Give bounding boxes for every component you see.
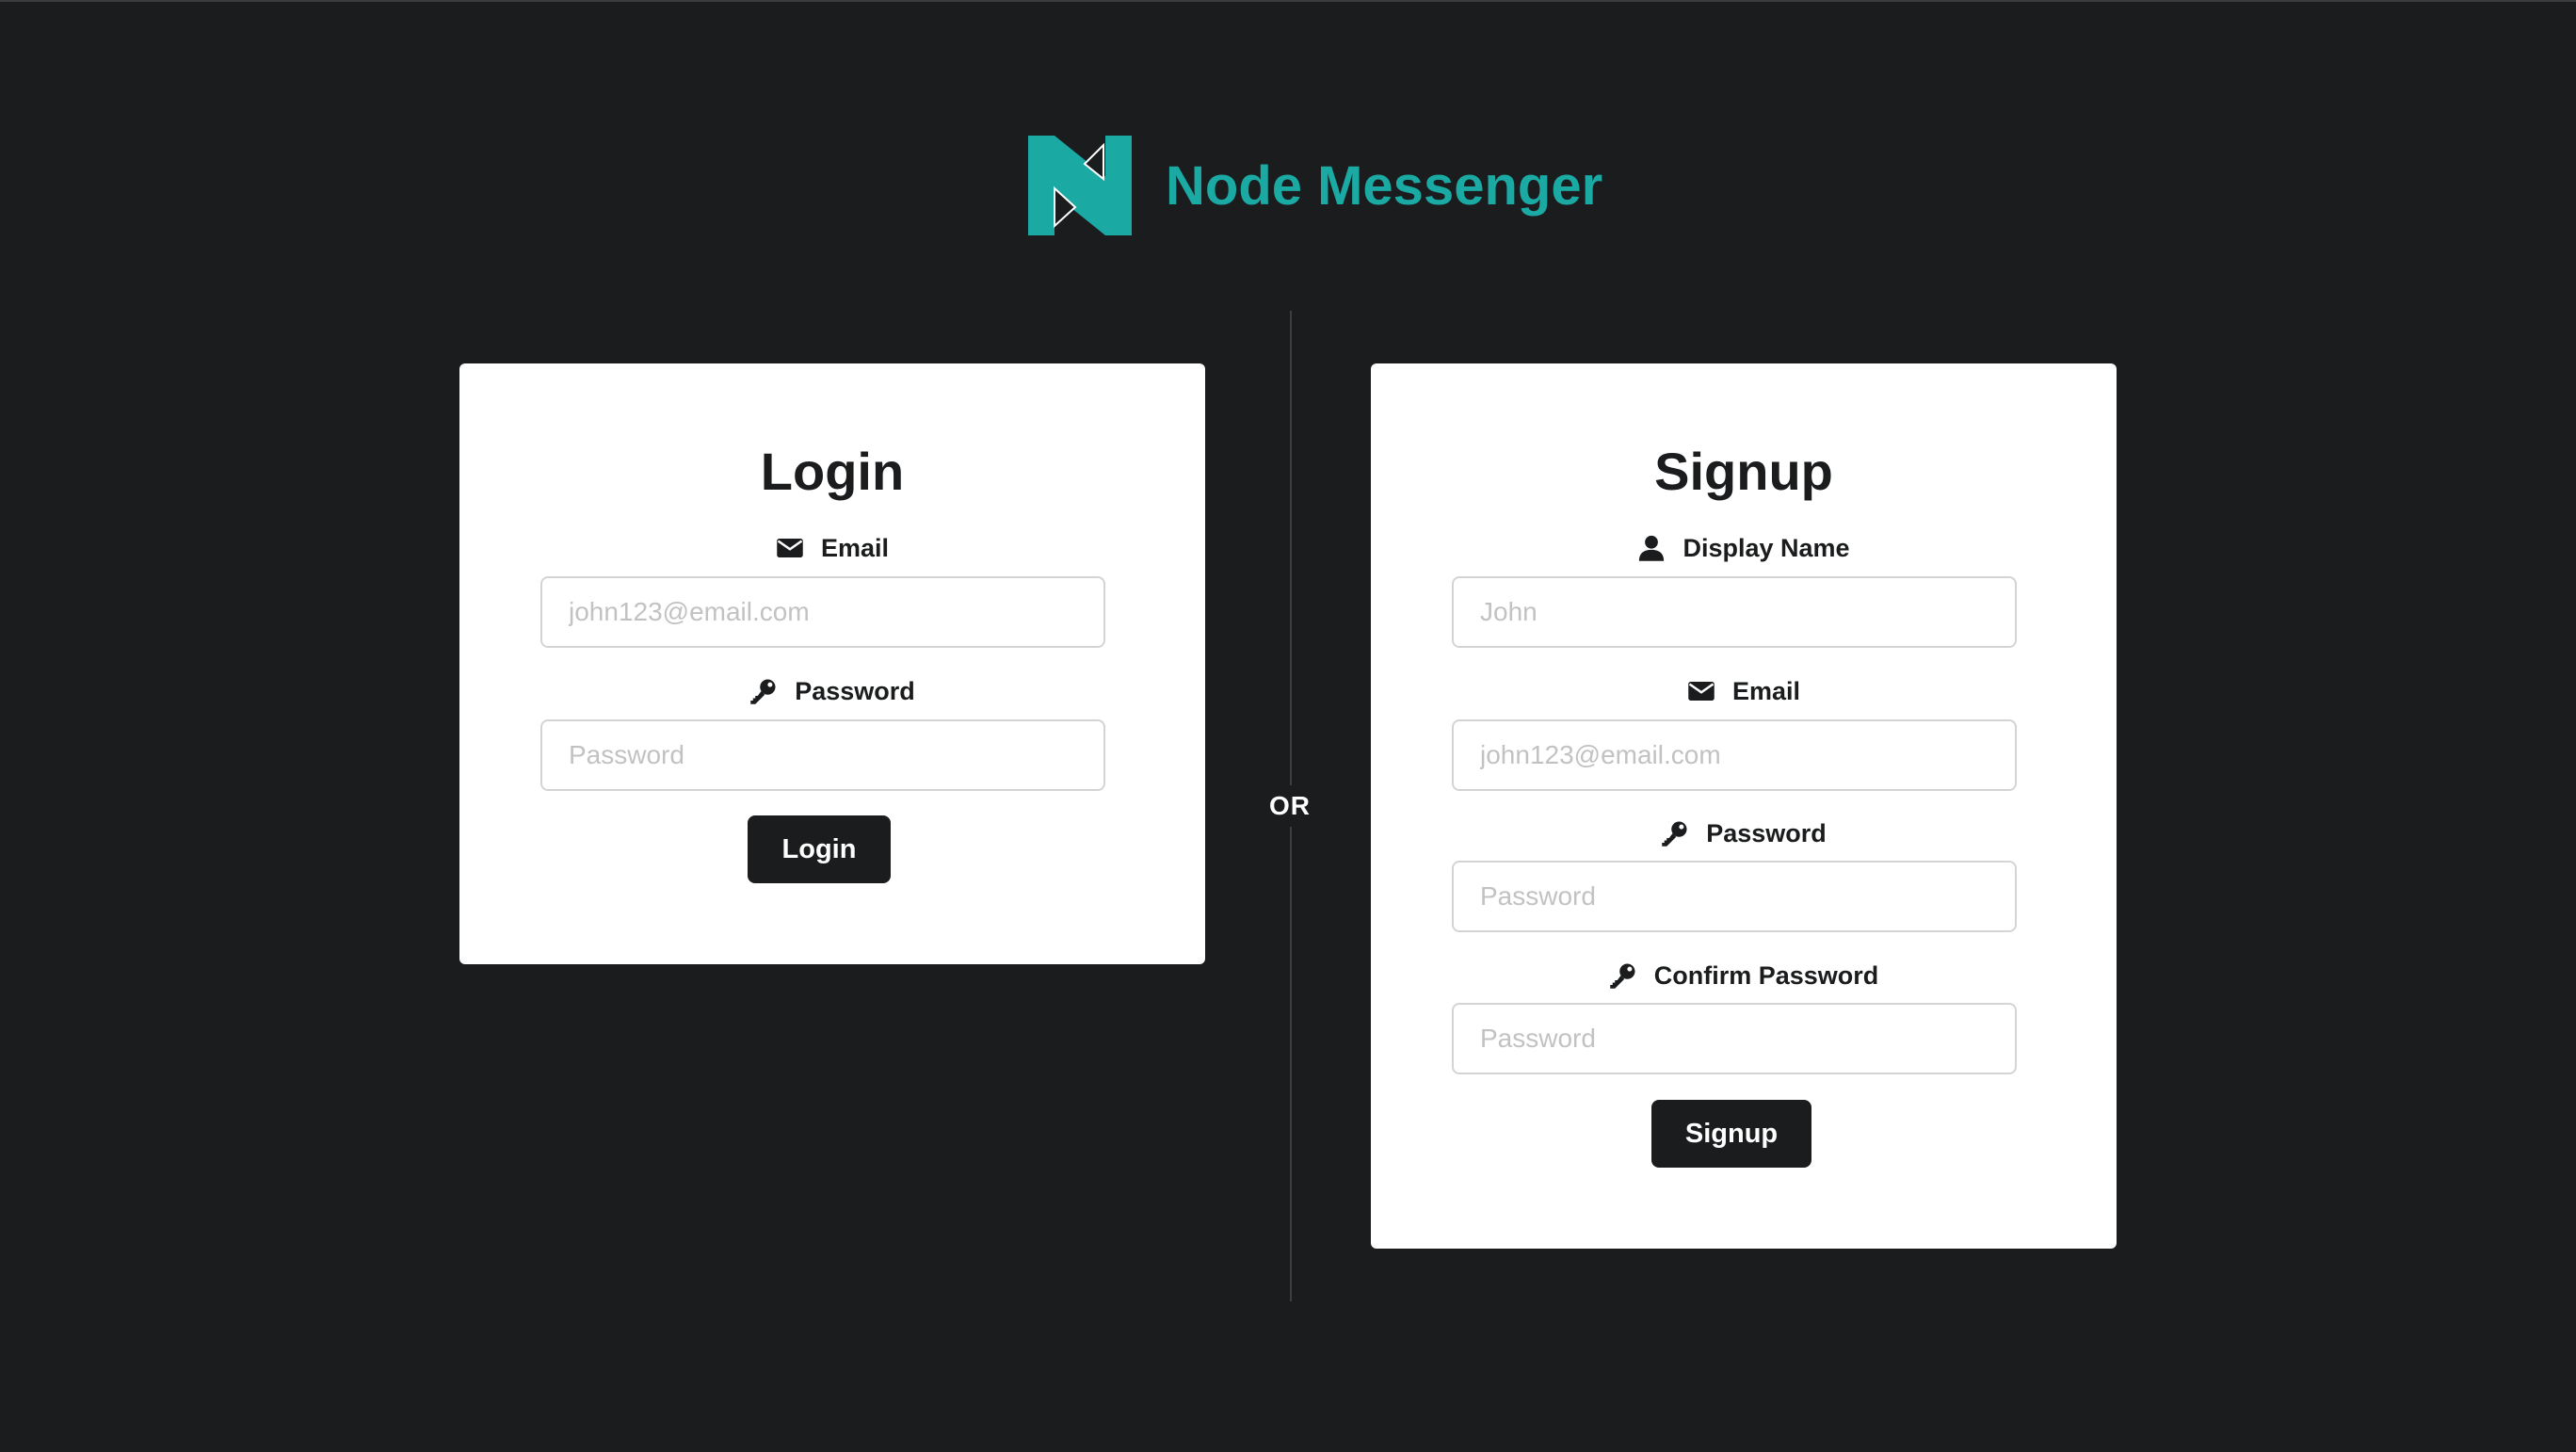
signup-display-name-label: Display Name (1371, 531, 2117, 565)
login-button[interactable]: Login (748, 815, 891, 883)
top-border (0, 0, 2576, 2)
signup-password-label-text: Password (1706, 819, 1827, 847)
login-card: Login Email Password Login (459, 363, 1205, 964)
envelope-icon (777, 539, 803, 557)
signup-display-name-label-text: Display Name (1682, 534, 1850, 562)
key-icon (750, 679, 776, 704)
signup-confirm-password-label-text: Confirm Password (1653, 961, 1879, 990)
key-icon (1662, 821, 1687, 847)
signup-email-input[interactable] (1452, 719, 2017, 791)
signup-email-label-text: Email (1731, 677, 1801, 705)
login-password-label-text: Password (795, 677, 915, 705)
key-icon (1609, 963, 1635, 989)
brand-header: Node Messenger (1028, 136, 1602, 235)
login-email-label-text: Email (820, 534, 890, 562)
login-email-label: Email (459, 531, 1205, 565)
login-title: Login (760, 442, 905, 501)
signup-email-label: Email (1371, 674, 2117, 708)
or-separator-label: OR (1243, 785, 1337, 827)
signup-button[interactable]: Signup (1651, 1100, 1811, 1168)
user-icon (1639, 535, 1665, 561)
signup-confirm-password-label: Confirm Password (1371, 959, 2117, 992)
login-email-input[interactable] (540, 576, 1105, 648)
signup-display-name-input[interactable] (1452, 576, 2017, 648)
signup-card: Signup Display Name Email Password Confi (1371, 363, 2117, 1249)
login-password-label: Password (459, 674, 1205, 708)
signup-title: Signup (1654, 442, 1833, 501)
node-messenger-logo-icon (1028, 136, 1132, 235)
brand-name: Node Messenger (1166, 154, 1603, 217)
envelope-icon (1688, 682, 1715, 701)
login-password-input[interactable] (540, 719, 1105, 791)
signup-password-input[interactable] (1452, 861, 2017, 932)
signup-password-label: Password (1371, 816, 2117, 850)
signup-confirm-password-input[interactable] (1452, 1003, 2017, 1074)
